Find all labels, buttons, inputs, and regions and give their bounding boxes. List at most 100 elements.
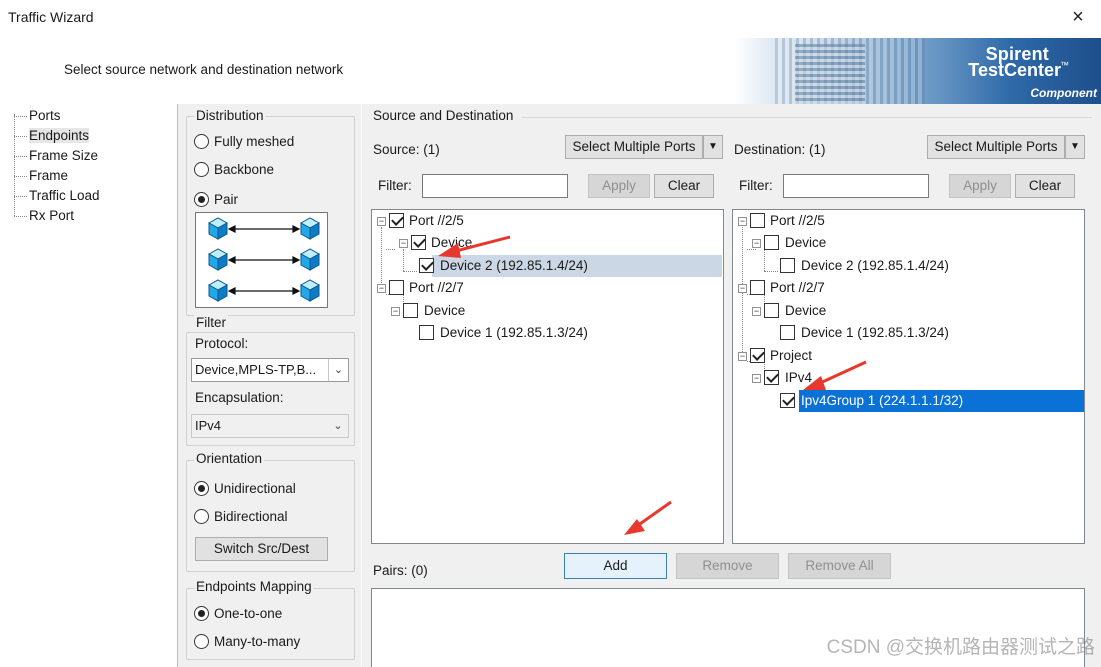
brand-component: Component (1030, 86, 1097, 100)
tree-row[interactable]: Device 2 (192.85.1.4/24) (372, 255, 722, 277)
checkbox[interactable] (403, 303, 418, 318)
checkbox[interactable] (750, 213, 765, 228)
source-select-ports-button[interactable]: Select Multiple Ports (565, 135, 703, 159)
source-destination-panel: Source and Destination Source: (1) Selec… (362, 104, 1101, 667)
radio-pair[interactable]: Pair (194, 190, 238, 210)
spirent-banner: Spirent TestCenter ™ Component (735, 38, 1101, 104)
chevron-down-icon: ⌄ (333, 420, 343, 432)
checkbox[interactable] (389, 213, 404, 228)
destination-tree[interactable]: − Port //2/5 − Device Device 2 (192.85.1… (732, 209, 1085, 544)
nav-item-endpoints[interactable]: Endpoints (14, 126, 90, 146)
endpoints-mapping-title: Endpoints Mapping (194, 579, 314, 594)
remove-button[interactable]: Remove (676, 553, 779, 579)
tree-row[interactable]: − Device (733, 300, 1083, 322)
destination-select-ports-button[interactable]: Select Multiple Ports (927, 135, 1065, 159)
collapse-icon[interactable]: − (391, 307, 400, 316)
nav-item-traffic-load[interactable]: Traffic Load (14, 186, 100, 206)
checkbox[interactable] (764, 235, 779, 250)
close-button[interactable]: × (1065, 4, 1091, 30)
checkbox[interactable] (411, 235, 426, 250)
tree-row[interactable]: − IPv4 (733, 367, 1083, 389)
tree-row[interactable]: − Port //2/7 (372, 277, 722, 299)
tree-row[interactable]: − Device (733, 232, 1083, 254)
collapse-icon[interactable]: − (752, 239, 761, 248)
destination-select-ports-dropdown[interactable]: ▼ (1065, 135, 1085, 159)
tree-row[interactable]: Device 1 (192.85.1.3/24) (372, 322, 722, 344)
tree-row[interactable]: − Port //2/7 (733, 277, 1083, 299)
protocol-select[interactable]: Device,MPLS-TP,B... ⌄ (191, 358, 349, 382)
radio-one-to-one[interactable]: One-to-one (194, 604, 282, 624)
nav-item-rx-port[interactable]: Rx Port (14, 206, 74, 226)
destination-filter-label: Filter: (739, 178, 773, 193)
tree-row[interactable]: − Port //2/5 (372, 210, 722, 232)
tree-row[interactable]: − Port //2/5 (733, 210, 1083, 232)
brand-trademark: ™ (1060, 60, 1069, 70)
switch-src-dest-button[interactable]: Switch Src/Dest (195, 537, 328, 561)
source-clear-button[interactable]: Clear (654, 174, 714, 198)
distribution-title: Distribution (194, 108, 266, 123)
source-apply-button[interactable]: Apply (588, 174, 650, 198)
checkbox[interactable] (389, 280, 404, 295)
source-destination-title: Source and Destination (373, 108, 514, 123)
wizard-steps-tree: Ports Endpoints Frame Size Frame Traffic… (0, 104, 176, 667)
checkbox[interactable] (419, 258, 434, 273)
banner-rack-image (795, 44, 865, 104)
config-panel: Distribution Fully meshed Backbone Pair … (177, 104, 361, 667)
nav-item-ports[interactable]: Ports (14, 106, 61, 126)
checkbox[interactable] (764, 370, 779, 385)
destination-count-label: Destination: (1) (734, 142, 826, 157)
collapse-icon[interactable]: − (738, 217, 747, 226)
source-select-ports-dropdown[interactable]: ▼ (703, 135, 723, 159)
radio-fully-meshed[interactable]: Fully meshed (194, 132, 294, 152)
destination-apply-button[interactable]: Apply (949, 174, 1011, 198)
radio-unidirectional[interactable]: Unidirectional (194, 479, 296, 499)
protocol-label: Protocol: (195, 336, 249, 351)
encapsulation-label: Encapsulation: (195, 390, 284, 405)
tree-row[interactable]: − Device (372, 232, 722, 254)
tree-row-selected[interactable]: Ipv4Group 1 (224.1.1.1/32) (733, 390, 1084, 412)
title-bar: Traffic Wizard × (0, 0, 1101, 36)
tree-row[interactable]: Device 1 (192.85.1.3/24) (733, 322, 1083, 344)
collapse-icon[interactable]: − (377, 217, 386, 226)
collapse-icon[interactable]: − (399, 239, 408, 248)
pairs-count-label: Pairs: (0) (373, 563, 428, 578)
checkbox[interactable] (780, 393, 795, 408)
radio-bidirectional[interactable]: Bidirectional (194, 507, 288, 527)
source-tree[interactable]: − Port //2/5 − Device Device 2 (192.85.1… (371, 209, 724, 544)
checkbox[interactable] (419, 325, 434, 340)
destination-filter-input[interactable] (783, 174, 929, 198)
radio-many-to-many[interactable]: Many-to-many (194, 632, 300, 652)
wizard-subtitle: Select source network and destination ne… (64, 62, 344, 77)
window-title: Traffic Wizard (8, 9, 94, 25)
tree-row[interactable]: − Project (733, 345, 1083, 367)
caret-down-icon: ▼ (708, 141, 718, 152)
collapse-icon[interactable]: − (738, 284, 747, 293)
collapse-icon[interactable]: − (752, 307, 761, 316)
checkbox[interactable] (764, 303, 779, 318)
checkbox[interactable] (780, 325, 795, 340)
checkbox[interactable] (780, 258, 795, 273)
caret-down-icon: ▼ (1070, 141, 1080, 152)
chevron-down-icon: ⌄ (328, 359, 348, 381)
collapse-icon[interactable]: − (738, 352, 747, 361)
tree-row[interactable]: − Device (372, 300, 722, 322)
add-button[interactable]: Add (564, 553, 667, 579)
collapse-icon[interactable]: − (752, 374, 761, 383)
wizard-header: Select source network and destination ne… (0, 36, 1101, 104)
nav-item-frame[interactable]: Frame (14, 166, 68, 186)
nav-item-frame-size[interactable]: Frame Size (14, 146, 98, 166)
source-filter-input[interactable] (422, 174, 568, 198)
encapsulation-select[interactable]: IPv4 ⌄ (191, 414, 349, 438)
tree-row[interactable]: Device 2 (192.85.1.4/24) (733, 255, 1083, 277)
filter-title: Filter (194, 315, 228, 330)
destination-clear-button[interactable]: Clear (1015, 174, 1075, 198)
title-divider (522, 117, 1092, 118)
radio-backbone[interactable]: Backbone (194, 160, 274, 180)
watermark-text: CSDN @交换机路由器测试之路 (826, 637, 1095, 658)
collapse-icon[interactable]: − (377, 284, 386, 293)
source-filter-label: Filter: (378, 178, 412, 193)
source-count-label: Source: (1) (373, 142, 440, 157)
checkbox[interactable] (750, 348, 765, 363)
remove-all-button[interactable]: Remove All (788, 553, 891, 579)
checkbox[interactable] (750, 280, 765, 295)
